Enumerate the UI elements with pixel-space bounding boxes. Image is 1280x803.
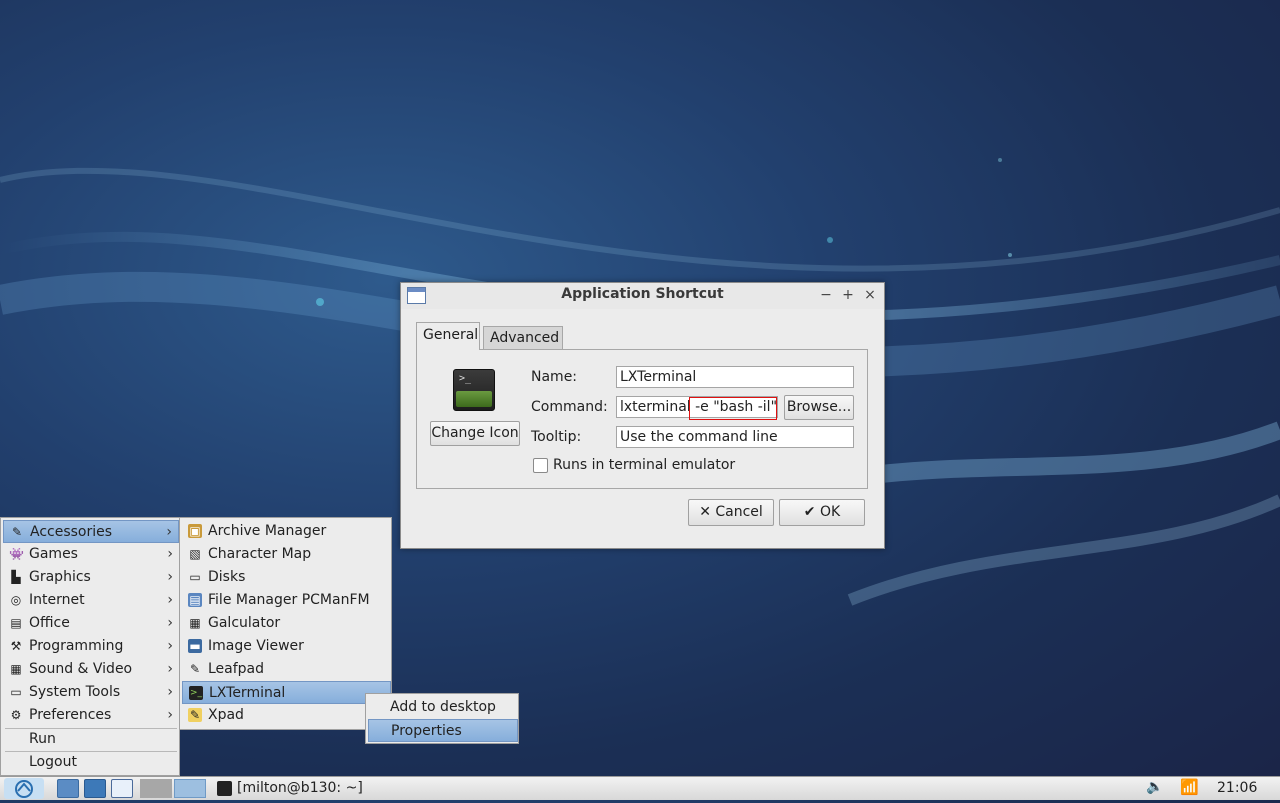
context-item-properties[interactable]: Properties <box>368 719 518 742</box>
wifi-icon[interactable]: 📶 <box>1180 778 1199 796</box>
ok-button-label: OK <box>819 504 841 520</box>
character-map-icon: ▧ <box>189 547 201 561</box>
change-icon-button[interactable]: Change Icon <box>430 421 520 446</box>
task-lxterminal-label: [milton@b130: ~] <box>237 780 363 796</box>
context-item-add-to-desktop[interactable]: Add to desktop <box>368 696 518 719</box>
start-menu-button[interactable] <box>4 778 44 799</box>
submenu-item-xpad[interactable]: ✎ Xpad <box>182 704 391 727</box>
terminal-app-icon: >_ <box>453 369 495 411</box>
programming-icon: ⚒ <box>10 639 22 653</box>
command-highlight-box <box>689 397 777 420</box>
menu-item-sound-video[interactable]: ▦ Sound & Video › <box>3 658 179 681</box>
menu-item-programming[interactable]: ⚒ Programming › <box>3 635 179 658</box>
cancel-icon: ✕ <box>699 504 711 520</box>
preferences-icon: ⚙ <box>10 708 22 722</box>
run-in-terminal-checkbox[interactable] <box>533 458 548 473</box>
volume-icon[interactable]: 🔈 <box>1146 779 1163 795</box>
task-lxterminal[interactable]: [milton@b130: ~] <box>212 779 532 799</box>
show-desktop-icon[interactable] <box>111 779 133 798</box>
menu-item-preferences[interactable]: ⚙ Preferences › <box>3 704 179 727</box>
menu-item-games[interactable]: 👾 Games › <box>3 543 179 566</box>
menu-item-accessories[interactable]: ✎ Accessories › <box>3 520 179 543</box>
calculator-icon: ▦ <box>189 616 201 630</box>
cancel-button-label: Cancel <box>715 504 763 520</box>
dialog-title: Application Shortcut <box>561 286 724 302</box>
chevron-right-icon: › <box>167 638 173 654</box>
ok-button[interactable]: ✔ OK <box>779 499 865 526</box>
workspace-1[interactable] <box>140 779 172 798</box>
application-shortcut-dialog: Application Shortcut − + × General Advan… <box>400 282 885 549</box>
sound-video-icon: ▦ <box>10 662 22 676</box>
lubuntu-logo-icon <box>15 780 33 798</box>
cancel-button[interactable]: ✕ Cancel <box>688 499 774 526</box>
system-tools-icon: ▭ <box>10 685 22 699</box>
submenu-item-disks[interactable]: ▭ Disks <box>182 566 391 589</box>
context-menu: Add to desktop Properties <box>365 693 519 744</box>
submenu-item-leafpad[interactable]: ✎ Leafpad <box>182 658 391 681</box>
menu-item-logout[interactable]: Logout <box>3 751 179 774</box>
chevron-right-icon: › <box>167 569 173 585</box>
graphics-icon: ▙ <box>11 570 21 584</box>
chevron-right-icon: › <box>167 684 173 700</box>
close-button[interactable]: × <box>862 286 878 304</box>
office-icon: ▤ <box>10 616 22 630</box>
name-field[interactable]: LXTerminal <box>616 366 854 388</box>
accessories-icon: ✎ <box>11 525 23 539</box>
chevron-right-icon: › <box>167 661 173 677</box>
tab-general[interactable]: General <box>416 322 480 350</box>
submenu-item-character-map[interactable]: ▧ Character Map <box>182 543 391 566</box>
submenu-item-image-viewer[interactable]: ▬ Image Viewer <box>182 635 391 658</box>
taskbar: [milton@b130: ~] 🔈 📶 21:06 <box>0 776 1280 800</box>
tooltip-field[interactable]: Use the command line <box>616 426 854 448</box>
chevron-right-icon: › <box>167 546 173 562</box>
menu-item-internet[interactable]: ◎ Internet › <box>3 589 179 612</box>
submenu-item-archive-manager[interactable]: ▣ Archive Manager <box>182 520 391 543</box>
workspace-2[interactable] <box>174 779 206 798</box>
xpad-icon: ✎ <box>188 708 202 722</box>
tooltip-label: Tooltip: <box>531 429 582 445</box>
games-icon: 👾 <box>9 547 24 561</box>
submenu-item-lxterminal[interactable]: >_ LXTerminal <box>182 681 391 704</box>
run-in-terminal-label: Runs in terminal emulator <box>553 457 736 473</box>
accessories-submenu: ▣ Archive Manager ▧ Character Map ▭ Disk… <box>179 517 392 730</box>
file-manager-icon: ▤ <box>188 593 202 607</box>
browse-button[interactable]: Browse... <box>784 395 854 420</box>
name-label: Name: <box>531 369 578 385</box>
archive-manager-icon: ▣ <box>188 524 202 538</box>
menu-item-run[interactable]: Run <box>3 728 179 751</box>
submenu-item-galculator[interactable]: ▦ Galculator <box>182 612 391 635</box>
menu-item-office[interactable]: ▤ Office › <box>3 612 179 635</box>
maximize-button[interactable]: + <box>840 286 856 304</box>
dialog-titlebar[interactable]: Application Shortcut − + × <box>401 283 884 309</box>
command-label: Command: <box>531 399 608 415</box>
terminal-icon <box>217 781 232 796</box>
tab-advanced[interactable]: Advanced <box>483 326 563 350</box>
clock[interactable]: 21:06 <box>1217 778 1257 798</box>
chevron-right-icon: › <box>166 524 172 540</box>
terminal-prompt-glyph: >_ <box>459 373 472 384</box>
menu-item-graphics[interactable]: ▙ Graphics › <box>3 566 179 589</box>
internet-icon: ◎ <box>10 593 22 607</box>
disks-icon: ▭ <box>189 570 201 584</box>
leafpad-icon: ✎ <box>189 662 201 676</box>
image-viewer-icon: ▬ <box>188 639 202 653</box>
terminal-icon: >_ <box>189 686 203 700</box>
chevron-right-icon: › <box>167 707 173 723</box>
menu-item-system-tools[interactable]: ▭ System Tools › <box>3 681 179 704</box>
submenu-item-file-manager[interactable]: ▤ File Manager PCManFM <box>182 589 391 612</box>
checkmark-icon: ✔ <box>803 504 816 520</box>
web-browser-launcher-icon[interactable] <box>84 779 106 798</box>
minimize-button[interactable]: − <box>818 286 834 304</box>
chevron-right-icon: › <box>167 592 173 608</box>
main-menu: ✎ Accessories › 👾 Games › ▙ Graphics › ◎… <box>0 517 180 776</box>
chevron-right-icon: › <box>167 615 173 631</box>
file-manager-launcher-icon[interactable] <box>57 779 79 798</box>
